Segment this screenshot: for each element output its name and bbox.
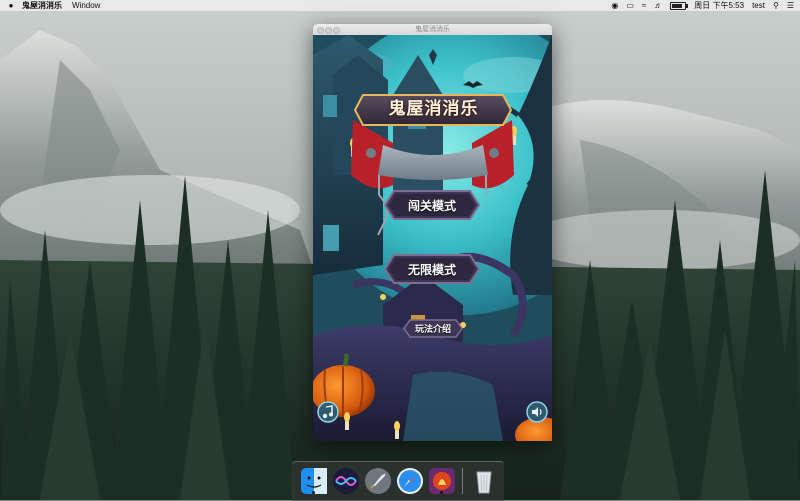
spotlight-icon[interactable]: ⚲ [773,1,779,10]
menu-bar-status-area: ◉ ▭ ≈ ♬ 周日 下午5:53 test ⚲ ☰ [611,0,794,11]
notification-center-icon[interactable]: ☰ [787,1,794,10]
sound-toggle-button[interactable] [526,401,548,423]
dock-launchpad[interactable] [364,467,392,495]
battery-icon[interactable] [670,1,689,10]
dock [292,461,504,501]
endless-mode-label: 无限模式 [407,262,456,277]
dock-trash[interactable] [470,467,498,495]
apple-icon[interactable]: ● [4,1,18,10]
running-indicator [440,491,443,494]
compass-icon [397,468,423,494]
volume-icon[interactable]: ♬ [654,1,662,10]
airplay-icon[interactable]: ▭ [626,1,634,10]
level-mode-label: 闯关模式 [407,198,456,213]
speaker-icon [526,401,548,423]
menu-window[interactable]: Window [72,1,100,10]
how-to-play-label: 玩法介绍 [414,325,451,335]
running-indicator [312,491,315,494]
dock-finder[interactable] [300,467,328,495]
app-window: 鬼屋消消乐 鬼屋消消乐 闯关模式 无限模式 玩法介绍 [313,24,552,441]
siri-icon [333,468,359,494]
menu-bar: ● 鬼屋消消乐 Window ◉ ▭ ≈ ♬ 周日 下午5:53 test ⚲ … [0,0,800,11]
window-title: 鬼屋消消乐 [415,26,450,33]
trash-icon [476,471,492,494]
endless-mode-button[interactable]: 无限模式 [384,254,480,284]
music-note-icon [317,401,339,423]
menu-app-name[interactable]: 鬼屋消消乐 [22,0,62,11]
how-to-play-button[interactable]: 玩法介绍 [403,319,463,338]
minimize-button[interactable] [325,27,332,34]
rocket-icon [365,468,391,494]
dock-haunted-house-game[interactable] [428,467,456,495]
dock-safari[interactable] [396,467,424,495]
game-title: 鬼屋消消乐 [388,98,479,119]
level-mode-button[interactable]: 闯关模式 [384,190,480,220]
zoom-button[interactable] [333,27,340,34]
menu-user[interactable]: test [752,1,765,10]
music-toggle-button[interactable] [317,401,339,423]
close-button[interactable] [317,27,324,34]
menu-clock[interactable]: 周日 下午5:53 [694,0,744,11]
dock-separator [462,468,463,494]
wifi-icon[interactable]: ≈ [642,1,646,10]
dock-siri[interactable] [332,467,360,495]
status-app-icon[interactable]: ◉ [611,1,618,10]
